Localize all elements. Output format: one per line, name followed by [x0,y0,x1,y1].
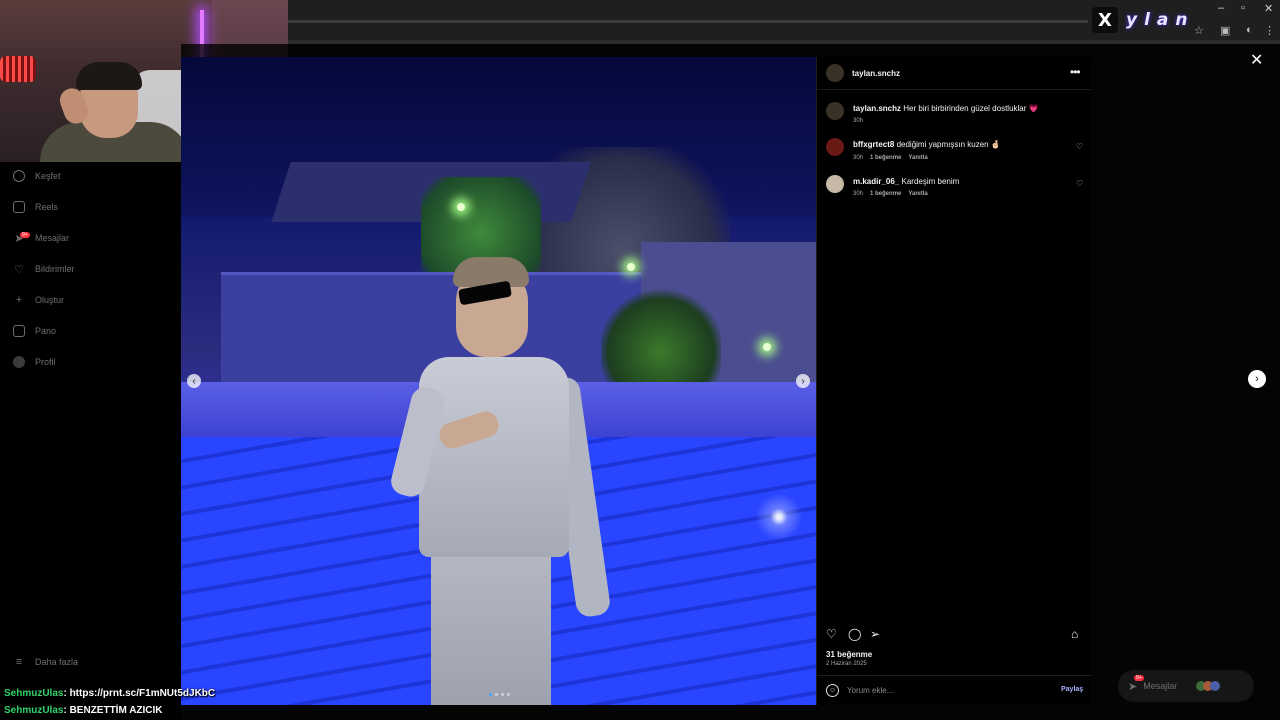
sidebar-item-explore[interactable]: Keşfet [12,166,61,186]
post-photo[interactable]: ‹ › [181,57,816,705]
heart-icon: ♡ [14,263,24,276]
sidebar-item-label: Reels [35,202,59,212]
profile-avatar [12,355,26,369]
reply-button[interactable]: Yanıtla [908,191,927,197]
bookmark-icon[interactable]: ⌂ [1071,627,1078,641]
comment-like-icon[interactable]: ♡ [1076,142,1083,151]
sidebar-item-profile[interactable]: Profil [12,352,56,372]
more-options-icon[interactable]: ••• [1070,65,1081,79]
sidebar-item-more[interactable]: ≡ Daha fazla [12,652,78,672]
comment-text: dediğimi yapmışsın kuzen [896,140,989,149]
caption-time: 30h [853,118,864,124]
minimize-icon[interactable]: – [1218,2,1224,14]
chat-username: SehmuzUlas [4,705,64,716]
maximize-icon[interactable]: ▫ [1241,2,1245,14]
sidebar-item-label: Oluştur [35,295,65,305]
messenger-icon: ➤ 9+ [1128,674,1144,693]
stream-logo-text: ylan [1126,10,1195,30]
chat-username: SehmuzUlas [4,688,64,699]
messages-pill-badge: 9+ [1134,674,1144,681]
post-details-panel: taylan.snchz ••• taylan.snchz Her biri b… [816,57,1092,705]
chat-text: : BENZETTİM AZICIK [63,705,163,716]
sidebar-item-dashboard[interactable]: Pano [12,321,56,341]
comment-text: Kardeşim benim [901,177,960,186]
x-logo-icon: X [1092,7,1118,33]
messages-badge: 9+ [20,232,30,238]
share-send-icon[interactable]: ➢ [870,627,880,641]
carousel-next-button[interactable]: › [796,374,810,388]
comment-meta: 30h 1 beğenme Yanıtla [853,155,928,161]
carousel-indicator [489,693,510,696]
caption-user[interactable]: taylan.snchz [853,104,901,113]
close-window-icon[interactable]: ✕ [1264,2,1273,15]
caption-emoji: 💗 [1028,104,1039,113]
comment-meta: 30h 1 beğenme Yanıtla [853,191,928,197]
like-heart-icon[interactable]: ♡ [826,627,837,641]
comment-likes[interactable]: 1 beğenme [870,191,901,197]
author-avatar[interactable] [826,64,844,82]
menu-icon: ≡ [15,656,23,668]
caption-line: taylan.snchz Her biri birbirinden güzel … [853,104,1039,113]
browser-menu-icon[interactable]: ⋮ [1264,24,1275,37]
comment-user[interactable]: bffxgrtect8 [853,140,894,149]
sidebar-item-label: Keşfet [35,171,61,181]
carousel-prev-button[interactable]: ‹ [187,374,201,388]
comment-likes[interactable]: 1 beğenme [870,155,901,161]
messages-floating-button[interactable]: ➤ 9+ Mesajlar [1118,670,1254,702]
stream-chat-message: SehmuzUlas: https://prnt.sc/F1mNUt5dJKbC [4,688,215,699]
bookmark-star-icon[interactable]: ☆ [1194,24,1204,37]
comment-line: bffxgrtect8 dediğimi yapmışsın kuzen 🤞🏻 [853,140,1001,149]
sidebar-item-messages[interactable]: ➤ 9+ Mesajlar [12,228,69,248]
sidebar-item-notifications[interactable]: ♡ Bildirimler [12,259,75,279]
stream-chat-message: SehmuzUlas: BENZETTİM AZICIK [4,705,163,716]
post-date: 2 Haziran 2025 [826,661,867,667]
sidebar-item-label: Daha fazla [35,657,79,667]
caption-avatar[interactable] [826,102,844,120]
share-comment-button[interactable]: Paylaş [1061,686,1083,693]
messenger-icon: ➤ 9+ [14,232,30,245]
reels-icon [12,200,26,214]
caption-text: Her biri birbirinden güzel dostluklar [903,104,1027,113]
extensions-icon[interactable]: ▣ [1220,24,1230,37]
close-modal-icon[interactable]: ✕ [1250,50,1263,70]
likes-count[interactable]: 31 beğenme [826,650,872,659]
sidebar-item-label: Mesajlar [35,233,70,243]
browser-tab-strip [288,20,1088,23]
sidebar-item-label: Profil [35,357,56,367]
comment-user[interactable]: m.kadir_06_ [853,177,899,186]
comment-time: 30h [853,155,864,161]
stream-logo: X ylan [1092,7,1194,33]
profile-icon[interactable]: ◐ [1246,24,1253,36]
comment-avatar[interactable] [826,138,844,156]
comment-emoji: 🤞🏻 [990,140,1001,149]
comment-like-icon[interactable]: ♡ [1076,179,1083,188]
reply-button[interactable]: Yanıtla [908,155,927,161]
dashboard-icon [12,324,26,338]
caption-meta: 30h [853,118,863,124]
sidebar-item-reels[interactable]: Reels [12,197,58,217]
comment-time: 30h [853,191,864,197]
sidebar-item-label: Pano [35,326,57,336]
comment-bubble-icon[interactable]: ◯ [848,627,861,641]
emoji-icon[interactable]: ☺ [826,684,839,697]
comment-line: m.kadir_06_ Kardeşim benim [853,177,959,186]
comment-avatar[interactable] [826,175,844,193]
chat-text: : https://prnt.sc/F1mNUt5dJKbC [63,688,216,699]
sidebar-item-label: Bildirimler [35,264,75,274]
plus-icon: + [15,294,23,306]
instagram-sidebar: Keşfet Reels ➤ 9+ Mesajlar ♡ Bildirimler … [0,162,181,720]
next-post-button[interactable]: › [1248,370,1266,388]
messages-pill-label: Mesajlar [1143,681,1178,691]
comment-input[interactable]: Yorum ekle... [847,686,893,695]
compass-icon [12,169,26,183]
recent-chat-avatars [1196,681,1221,691]
sidebar-item-create[interactable]: + Oluştur [12,290,64,310]
post-author[interactable]: taylan.snchz [852,69,900,78]
